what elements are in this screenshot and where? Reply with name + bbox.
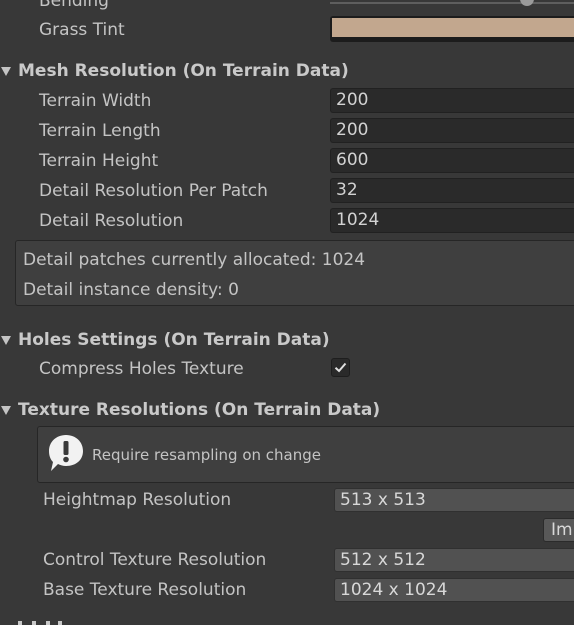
warning-icon [49,435,83,471]
bending-label: Bending [39,0,109,11]
grass-tint-swatch [332,18,574,37]
detail-resolution-per-patch-label: Detail Resolution Per Patch [39,181,268,201]
grass-tint-color-field[interactable] [330,16,574,42]
texture-resolutions-foldout-arrow[interactable] [1,406,11,415]
detail-patches-allocated-text: Detail patches currently allocated: 1024 [23,250,366,270]
terrain-length-field[interactable]: 200 [330,118,574,143]
resampling-warning-box: Require resampling on change [37,426,574,483]
control-texture-resolution-label: Control Texture Resolution [43,550,267,570]
mesh-resolution-header[interactable]: Mesh Resolution (On Terrain Data) [18,61,349,81]
holes-settings-header[interactable]: Holes Settings (On Terrain Data) [18,330,330,350]
base-texture-resolution-dropdown[interactable]: 1024 x 1024 [334,578,574,602]
mesh-resolution-foldout-arrow[interactable] [1,67,11,76]
terrain-height-label: Terrain Height [39,151,159,171]
compress-holes-texture-checkbox[interactable] [331,358,350,377]
compress-holes-texture-label: Compress Holes Texture [39,359,244,379]
base-texture-resolution-label: Base Texture Resolution [43,580,247,600]
texture-resolutions-header[interactable]: Texture Resolutions (On Terrain Data) [18,400,380,420]
terrain-settings-inspector: Bending Grass Tint Mesh Resolution (On T… [0,0,574,625]
terrain-height-field[interactable]: 600 [330,148,574,173]
detail-info-box: Detail patches currently allocated: 1024… [15,240,574,306]
heightmap-resolution-dropdown[interactable]: 513 x 513 [334,488,574,512]
holes-settings-foldout-arrow[interactable] [1,336,11,345]
terrain-length-label: Terrain Length [39,121,161,141]
terrain-width-field[interactable]: 200 [330,88,574,113]
bending-slider-thumb[interactable] [520,0,534,6]
control-texture-resolution-dropdown[interactable]: 512 x 512 [334,548,574,572]
detail-resolution-label: Detail Resolution [39,211,184,231]
import-raw-button[interactable]: Imp [543,518,574,542]
heightmap-resolution-label: Heightmap Resolution [43,490,232,510]
terrain-width-label: Terrain Width [39,91,152,111]
detail-resolution-field[interactable]: 1024 [330,208,574,233]
detail-instance-density-text: Detail instance density: 0 [23,280,239,300]
bending-slider-track[interactable] [330,2,574,4]
checkmark-icon [334,362,347,373]
detail-resolution-per-patch-field[interactable]: 32 [330,178,574,203]
next-section-header-clipped [18,621,70,625]
resampling-warning-text: Require resampling on change [92,446,321,464]
grass-tint-label: Grass Tint [39,20,125,40]
